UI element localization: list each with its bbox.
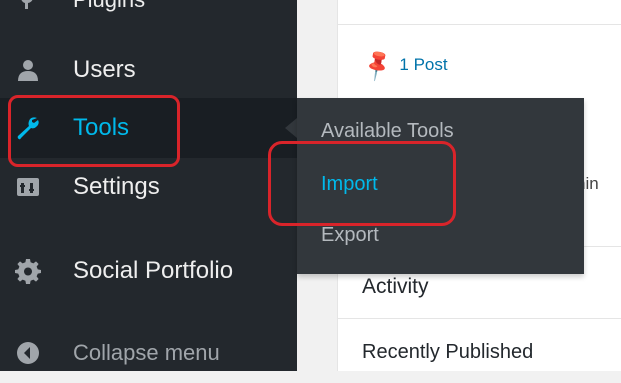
recently-published-heading: Recently Published [362,341,534,363]
post-count-link[interactable]: 📌 1 Post [359,46,448,82]
sidebar-item-plugins[interactable]: Plugins [0,0,297,20]
plug-icon [14,0,42,14]
sidebar-item-label: Collapse menu [73,340,220,365]
submenu-item-import[interactable]: Import [321,173,378,196]
divider [338,24,621,25]
pin-icon: 📌 [359,46,396,83]
sidebar-item-label: Plugins [73,0,145,13]
sidebar-item-tools[interactable]: Tools [0,98,297,158]
sidebar-item-label: Settings [73,173,160,200]
collapse-menu-button[interactable]: Collapse menu [0,323,297,383]
post-count-label: 1 Post [399,55,448,74]
flyout-arrow [285,118,297,138]
gear-icon [14,257,42,285]
submenu-item-export[interactable]: Export [321,224,379,247]
activity-heading: Activity [362,275,429,298]
sidebar-item-label: Tools [73,114,130,141]
admin-sidebar: Plugins Users Tools Settings Social Port… [0,0,297,371]
divider [338,318,621,319]
submenu-item-available-tools[interactable]: Available Tools [321,120,454,143]
users-icon [14,56,42,84]
sidebar-item-settings[interactable]: Settings [0,157,297,217]
sidebar-item-social-portfolio[interactable]: Social Portfolio [0,241,297,301]
sidebar-item-users[interactable]: Users [0,40,297,100]
sidebar-item-label: Users [73,56,136,83]
wrench-icon [14,114,42,142]
collapse-icon [14,339,42,367]
sidebar-item-label: Social Portfolio [73,257,234,284]
settings-icon [14,173,42,201]
tools-submenu: Available Tools Import Export [297,98,584,274]
